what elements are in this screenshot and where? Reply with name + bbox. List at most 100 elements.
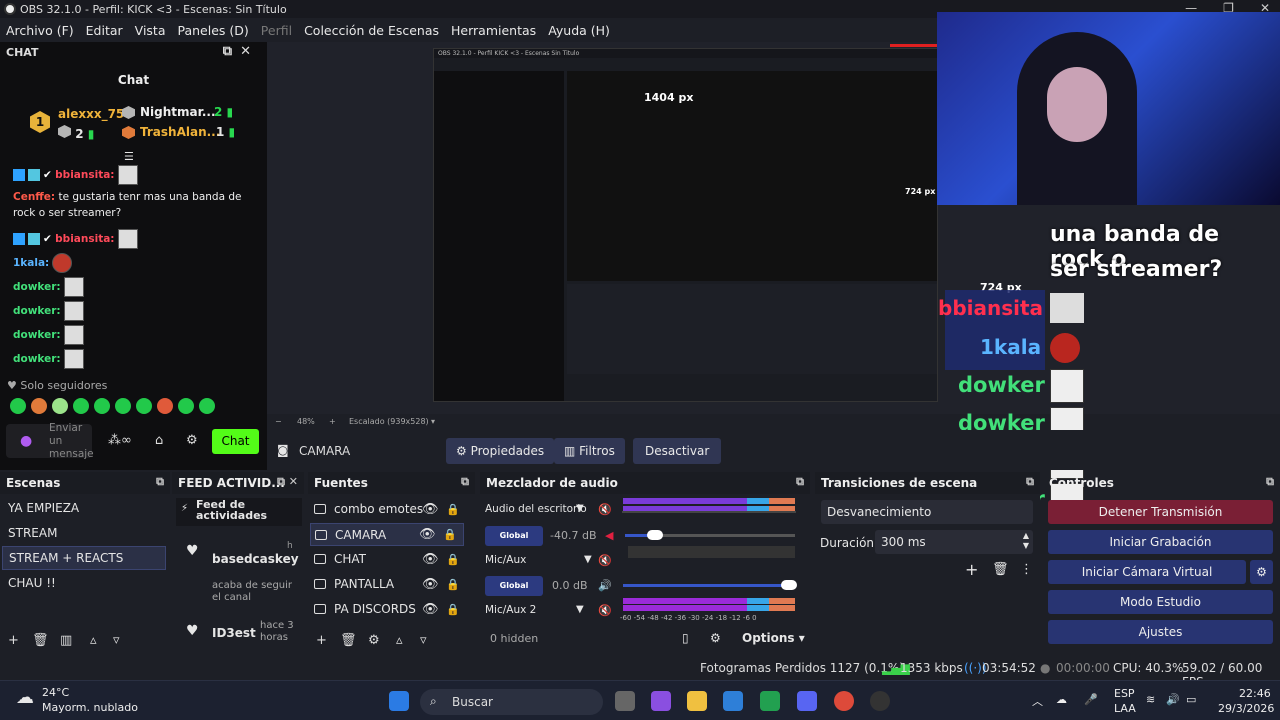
add-scene-icon[interactable]: + [8, 633, 19, 648]
menu-paneles[interactable]: Paneles (D) [172, 18, 255, 42]
remove-scene-icon[interactable]: 🗑 [32, 633, 49, 648]
emote-bar[interactable] [10, 398, 220, 414]
speaker-icon[interactable]: 🔊 [598, 579, 612, 592]
virtual-camera-button[interactable]: Iniciar Cámara Virtual [1048, 560, 1246, 584]
file-explorer-icon[interactable] [687, 691, 707, 711]
stop-stream-button[interactable]: Detener Transmisión [1048, 500, 1273, 524]
leader-1-name[interactable]: alexxx_75 [58, 107, 124, 121]
send-chat-button[interactable]: Chat [212, 429, 259, 454]
windows-start-icon[interactable] [389, 691, 409, 711]
scene-item[interactable]: STREAM [8, 526, 57, 540]
spreadsheet-icon[interactable] [760, 691, 780, 711]
tray-expand-icon[interactable]: ︿ [1032, 693, 1043, 709]
discord-icon[interactable] [797, 691, 817, 711]
transition-select[interactable]: Desvanecimiento [821, 500, 1033, 524]
remove-transition-icon[interactable]: 🗑 [992, 562, 1009, 577]
mute-icon[interactable]: 🔇 [598, 503, 612, 516]
volume-icon[interactable]: 🔊 [1166, 693, 1180, 706]
add-transition-icon[interactable]: + [965, 560, 978, 579]
zoom-in-icon[interactable]: + [329, 417, 336, 426]
tray-mic-icon[interactable]: 🎤 [1084, 693, 1098, 706]
menu-editar[interactable]: Editar [80, 18, 129, 42]
mute-icon[interactable]: 🔇 [598, 604, 612, 617]
global-button[interactable]: Global [485, 576, 543, 596]
feed-user[interactable]: basedcaskey [212, 552, 299, 566]
menu-ayuda[interactable]: Ayuda (H) [542, 18, 616, 42]
close-dock-icon[interactable]: ✕ [240, 44, 259, 59]
task-view-icon[interactable] [615, 691, 635, 711]
zoom-out-icon[interactable]: − [275, 417, 282, 426]
remove-source-icon[interactable]: 🗑 [340, 633, 357, 648]
menu-perfil[interactable]: Perfil [255, 18, 298, 42]
move-up-icon[interactable]: ▵ [396, 633, 403, 648]
store-icon[interactable]: ⌂ [155, 433, 163, 448]
source-item[interactable]: CHAT 👁 🔒 [314, 552, 464, 567]
source-settings-icon[interactable]: ⚙ [368, 633, 380, 648]
battery-icon[interactable]: ▭ [1186, 693, 1196, 706]
clock-time[interactable]: 22:46 [1239, 687, 1271, 700]
undock-icon[interactable]: ⧉ [1266, 475, 1274, 489]
muted-speaker-icon[interactable]: ◀ [605, 529, 613, 542]
menu-archivo[interactable]: Archivo (F) [0, 18, 80, 42]
virtual-cam-settings-icon[interactable]: ⚙ [1250, 560, 1273, 584]
channel-dropdown-icon[interactable]: ▼ [584, 554, 592, 565]
add-source-icon[interactable]: + [316, 633, 327, 648]
move-up-icon[interactable]: ▵ [90, 633, 97, 648]
notepad-icon[interactable] [723, 691, 743, 711]
studio-mode-button[interactable]: Modo Estudio [1048, 590, 1273, 614]
weather-icon[interactable]: ☁ [16, 687, 34, 708]
lang-code[interactable]: ESP [1114, 687, 1135, 700]
volume-knob[interactable] [647, 530, 663, 540]
filter-icon[interactable]: ☰ [124, 150, 134, 163]
deactivate-button[interactable]: Desactivar [633, 438, 722, 464]
source-item[interactable]: PA DISCORDS 👁 🔒 [314, 602, 464, 617]
leader-2-name[interactable]: Nightmar... [140, 105, 216, 119]
scene-item-selected[interactable]: STREAM + REACTS [2, 546, 166, 570]
feed-user[interactable]: ID3est [212, 626, 256, 640]
scale-dropdown-icon[interactable]: ▾ [431, 417, 435, 426]
obs-taskbar-icon[interactable] [870, 691, 890, 711]
emote-picker-icon[interactable]: ⁂∞ [108, 433, 132, 448]
undock-icon[interactable]: ⧉ [156, 475, 164, 489]
undock-icon[interactable]: ⧉ [461, 475, 469, 489]
source-item[interactable]: combo emotes 👁 🔒 [314, 502, 464, 517]
undock-icon[interactable]: ⧉ [796, 475, 804, 489]
chrome-icon[interactable] [834, 691, 854, 711]
feed-close-icon[interactable]: ⧉ ✕ [277, 475, 298, 489]
settings-gear-icon[interactable]: ⚙ [186, 433, 198, 448]
menu-coleccion[interactable]: Colección de Escenas [298, 18, 445, 42]
mute-icon[interactable]: 🔇 [598, 554, 612, 567]
options-button[interactable]: Options ▾ [742, 631, 805, 645]
settings-button[interactable]: Ajustes [1048, 620, 1273, 644]
global-button[interactable]: Global [485, 526, 543, 546]
leader-3-name[interactable]: TrashAlan... [140, 125, 220, 139]
move-down-icon[interactable]: ▿ [420, 633, 427, 648]
tray-cloud-icon[interactable]: ☁ [1056, 693, 1067, 706]
filters-button[interactable]: ▥ Filtros [554, 438, 625, 464]
channel-dropdown-icon[interactable]: ▼ [576, 503, 584, 514]
volume-knob[interactable] [781, 580, 797, 590]
menu-herramientas[interactable]: Herramientas [445, 18, 542, 42]
start-recording-button[interactable]: Iniciar Grabación [1048, 530, 1273, 554]
lang-layout[interactable]: LAA [1114, 702, 1136, 715]
copilot-icon[interactable] [651, 691, 671, 711]
scene-filters-icon[interactable]: ▥ [60, 633, 72, 648]
clock-date[interactable]: 29/3/2026 [1218, 702, 1274, 715]
mic-icon[interactable]: ● [20, 433, 32, 449]
duration-input[interactable]: 300 ms ▲ ▼ [875, 530, 1033, 554]
scene-item[interactable]: CHAU !! [8, 576, 56, 590]
more-icon[interactable]: ⋮ [1020, 562, 1033, 577]
menu-vista[interactable]: Vista [129, 18, 172, 42]
move-down-icon[interactable]: ▿ [113, 633, 120, 648]
scene-item[interactable]: YA EMPIEZA [8, 501, 79, 515]
undock-icon[interactable]: ⧉ [223, 44, 240, 59]
channel-dropdown-icon[interactable]: ▼ [576, 604, 584, 615]
wifi-icon[interactable]: ≋ [1146, 693, 1155, 706]
chat-input[interactable]: ● Enviar un mensaje [6, 422, 94, 460]
layout-icon[interactable]: ▯ [682, 631, 689, 645]
source-item-selected[interactable]: CAMARA 👁 🔒 [310, 523, 464, 546]
taskbar-search[interactable]: ⌕ Buscar [420, 689, 603, 715]
properties-button[interactable]: ⚙ Propiedades [446, 438, 555, 464]
advanced-audio-icon[interactable]: ⚙ [710, 631, 721, 645]
source-item[interactable]: PANTALLA 👁 🔒 [314, 577, 464, 592]
